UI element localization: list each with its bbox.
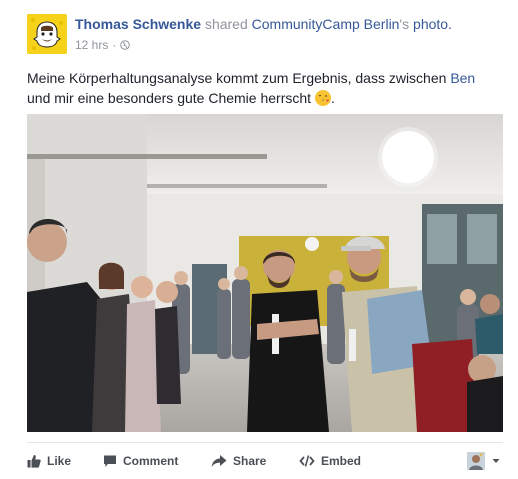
comment-bubble-icon [104, 455, 116, 467]
post-meta: 12 hrs · [75, 38, 131, 52]
chevron-down-icon [492, 459, 500, 463]
comment-button[interactable]: Comment [103, 450, 178, 472]
page-link[interactable]: CommunityCamp Berlin [252, 16, 400, 32]
embed-label: Embed [321, 454, 362, 468]
shared-verb: shared [204, 16, 248, 32]
share-label: Share [233, 454, 267, 468]
action-divider [27, 442, 503, 443]
thumbs-up-icon [27, 455, 41, 468]
author-avatar[interactable] [27, 14, 67, 54]
post-caption: Meine Körperhaltungsanalyse kommt zum Er… [27, 68, 497, 108]
photo-link[interactable]: photo. [413, 16, 452, 32]
profile-reactions-icon [467, 452, 485, 470]
mention-ben[interactable]: Ben [450, 70, 475, 86]
caption-end: . [330, 90, 335, 106]
caption-text-2: und mir eine besonders gute Chemie herrs… [27, 90, 312, 106]
author-name[interactable]: Thomas Schwenke [75, 16, 201, 32]
event-photo-image [27, 114, 503, 432]
reaction-profile-selector[interactable] [467, 450, 501, 472]
possessive-suffix: 's [399, 16, 410, 32]
share-arrow-icon [211, 455, 227, 467]
post-actions: Like Comment Share Embed [27, 450, 503, 472]
embed-button[interactable]: Embed [299, 450, 361, 472]
snapchat-ghost-icon [27, 14, 67, 54]
globe-icon[interactable] [120, 40, 131, 50]
meta-separator: · [112, 38, 117, 52]
comment-label: Comment [123, 454, 179, 468]
shared-photo[interactable] [27, 114, 503, 432]
like-label: Like [47, 454, 72, 468]
kissing-face-emoji-icon [314, 90, 331, 106]
share-button[interactable]: Share [211, 450, 266, 472]
facebook-post: Thomas Schwenke shared CommunityCamp Ber… [0, 0, 518, 479]
timestamp[interactable]: 12 hrs [75, 38, 108, 52]
post-header: Thomas Schwenke shared CommunityCamp Ber… [75, 16, 452, 32]
like-button[interactable]: Like [27, 450, 71, 472]
code-brackets-icon [299, 455, 315, 467]
caption-text-1: Meine Körperhaltungsanalyse kommt zum Er… [27, 70, 447, 86]
